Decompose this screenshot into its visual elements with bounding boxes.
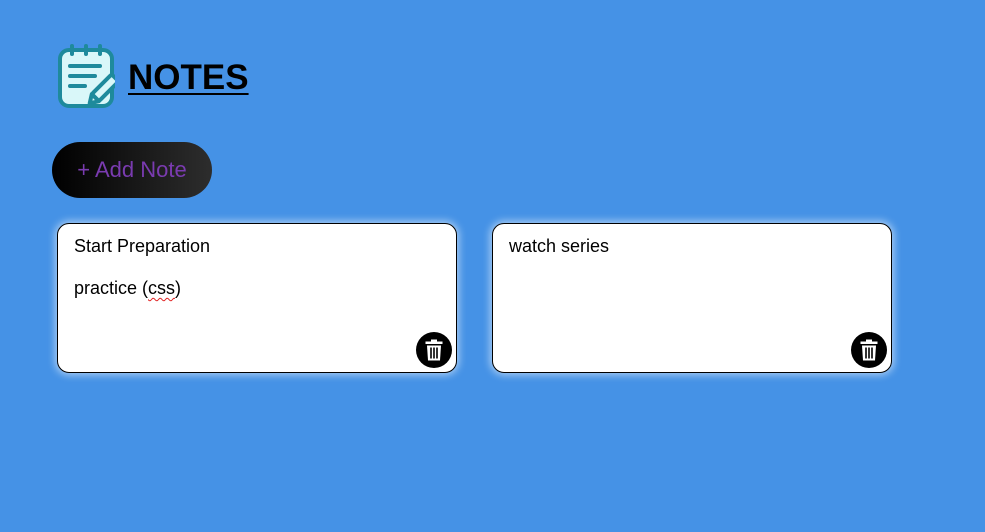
note-line: Start Preparation xyxy=(74,236,211,256)
trash-icon xyxy=(425,339,443,361)
trash-icon xyxy=(860,339,878,361)
notes-app: NOTES + Add Note Start Preparation pract… xyxy=(0,0,985,532)
note-card[interactable]: Start Preparation practice (css) xyxy=(57,223,457,373)
notepad-pencil-icon xyxy=(58,44,115,108)
header: NOTES xyxy=(57,44,249,110)
delete-note-button[interactable] xyxy=(416,332,452,368)
note-card[interactable]: watch series xyxy=(492,223,892,373)
note-text[interactable]: Start Preparation practice (css) xyxy=(74,236,440,299)
add-note-button[interactable]: + Add Note xyxy=(52,142,212,198)
misspelled-word: css xyxy=(148,278,176,298)
note-line: watch series xyxy=(509,236,610,256)
page-title: NOTES xyxy=(128,57,249,97)
note-line: practice (css) xyxy=(74,278,182,298)
note-text[interactable]: watch series xyxy=(509,236,875,257)
delete-note-button[interactable] xyxy=(851,332,887,368)
